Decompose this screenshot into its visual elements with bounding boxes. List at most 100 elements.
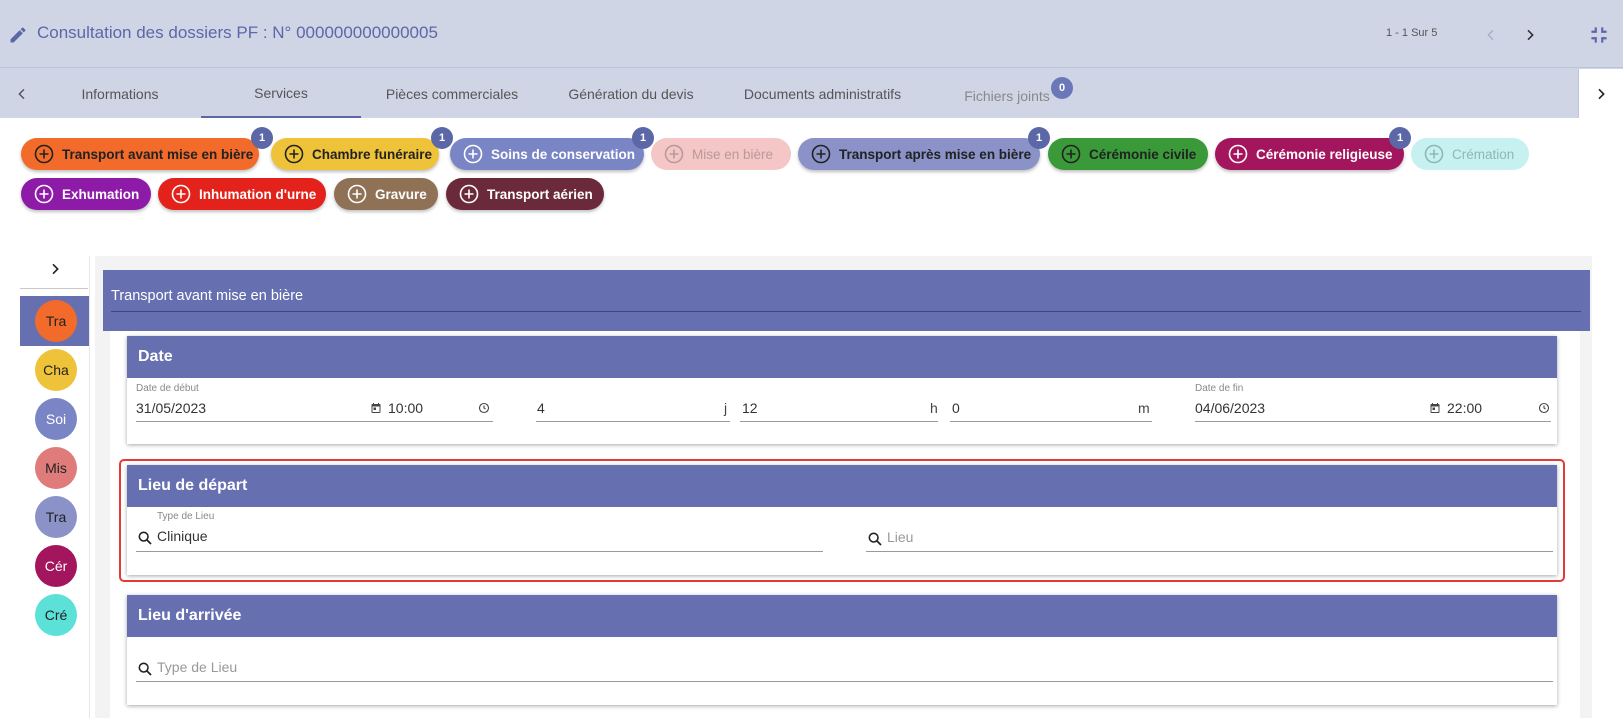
service-chip-transport-apres[interactable]: Transport après mise en bière	[798, 138, 1040, 170]
rail-separator	[89, 256, 90, 718]
add-circle-icon	[1424, 144, 1444, 164]
end-time-input[interactable]: 22:00	[1445, 396, 1535, 422]
start-date-input[interactable]: 31/05/2023	[136, 396, 383, 422]
start-date-value: 31/05/2023	[136, 400, 207, 416]
tab-fichiers-joints-label: Fichiers joints	[964, 87, 1050, 104]
duration-hours-value: 12	[742, 400, 758, 416]
calendar-icon[interactable]	[370, 402, 382, 414]
rail-item-ceremonie-religieuse[interactable]: Cér	[35, 545, 77, 587]
section-header	[103, 270, 1590, 331]
service-chip-mise-en-biere[interactable]: Mise en bière	[651, 138, 791, 170]
pager-count: 1 - 1 Sur 5	[1386, 27, 1438, 39]
edit-icon	[10, 27, 26, 43]
rail-item-mise-en-biere[interactable]: Mis	[35, 447, 77, 489]
previous-record-button[interactable]	[1478, 22, 1504, 48]
arrival-type-input[interactable]: Type de Lieu	[156, 654, 1551, 680]
arrival-type-underline	[136, 681, 1553, 682]
service-chip-ceremonie-religieuse[interactable]: Cérémonie religieuse	[1215, 138, 1404, 170]
service-chip-soins-conservation[interactable]: Soins de conservation	[450, 138, 644, 170]
service-chip-label: Transport avant mise en bière	[62, 146, 254, 162]
duration-days-input[interactable]: 4	[536, 396, 726, 422]
next-record-button[interactable]	[1517, 22, 1543, 48]
duration-days-underline	[536, 421, 730, 422]
rail-divider	[20, 288, 88, 289]
departure-type-value: Clinique	[157, 528, 208, 544]
section-title: Transport avant mise en bière	[111, 288, 304, 304]
search-icon[interactable]	[137, 661, 153, 677]
service-chip-chambre-funeraire[interactable]: Chambre funéraire	[271, 138, 439, 170]
add-circle-icon	[664, 144, 684, 164]
service-chip-label: Cérémonie civile	[1089, 146, 1197, 162]
add-circle-icon	[347, 184, 367, 204]
service-chip-transport-avant[interactable]: Transport avant mise en bière	[21, 138, 259, 170]
service-chip-label: Crémation	[1452, 146, 1515, 162]
add-circle-icon	[811, 144, 831, 164]
end-date-input[interactable]: 04/06/2023	[1195, 396, 1425, 422]
add-circle-icon	[171, 184, 191, 204]
start-time-input[interactable]: 10:00	[386, 396, 476, 422]
rail-item-transport-avant[interactable]: Tra	[35, 300, 77, 342]
service-count-badge: 1	[431, 127, 453, 149]
rail-item-cremation[interactable]: Cré	[35, 594, 77, 636]
collapse-icon[interactable]	[1586, 22, 1612, 48]
departure-place-placeholder: Lieu	[887, 529, 914, 545]
rail-item-soins-conservation[interactable]: Soi	[35, 398, 77, 440]
rail-item-transport-apres[interactable]: Tra	[35, 496, 77, 538]
chevron-left-icon	[18, 88, 25, 99]
attachments-count-badge: 0	[1051, 77, 1073, 99]
end-date-label: Date de fin	[1195, 383, 1244, 394]
service-count-badge: 1	[1389, 127, 1411, 149]
arrival-type-placeholder: Type de Lieu	[157, 659, 238, 675]
end-date-value: 04/06/2023	[1195, 400, 1266, 416]
chevron-right-icon	[52, 263, 59, 275]
add-circle-icon	[463, 144, 483, 164]
duration-minutes-underline	[950, 421, 1152, 422]
service-count-badge: 1	[1028, 127, 1050, 149]
service-chip-ceremonie-civile[interactable]: Cérémonie civile	[1048, 138, 1208, 170]
chevron-left-icon	[1487, 29, 1494, 41]
service-chip-label: Inhumation d'urne	[199, 186, 317, 202]
departure-place-underline	[866, 551, 1553, 552]
clock-icon[interactable]	[478, 402, 490, 414]
add-circle-icon	[1228, 144, 1248, 164]
tab-generation-devis[interactable]: Génération du devis	[546, 69, 716, 118]
service-chip-cremation[interactable]: Crémation	[1411, 138, 1529, 170]
service-chip-exhumation[interactable]: Exhumation	[21, 178, 151, 210]
start-time-value: 10:00	[388, 400, 424, 416]
tab-pieces-commerciales[interactable]: Pièces commerciales	[362, 69, 542, 118]
duration-hours-underline	[740, 421, 938, 422]
service-chip-inhumation-urne[interactable]: Inhumation d'urne	[158, 178, 326, 210]
service-chip-gravure[interactable]: Gravure	[334, 178, 438, 210]
tabs-scroll-right-button[interactable]	[1578, 69, 1623, 118]
end-date-underline	[1195, 421, 1551, 422]
search-icon[interactable]	[137, 530, 153, 546]
tabs-scroll-left-button[interactable]	[2, 69, 42, 118]
calendar-icon[interactable]	[1429, 402, 1441, 414]
tab-documents-administratifs[interactable]: Documents administratifs	[725, 69, 920, 118]
duration-days-value: 4	[537, 400, 545, 416]
duration-minutes-input[interactable]: 0	[950, 396, 1130, 422]
date-card: Date	[127, 336, 1557, 444]
service-chip-label: Chambre funéraire	[312, 146, 433, 162]
add-circle-icon	[459, 184, 479, 204]
service-chip-label: Transport aérien	[487, 186, 593, 202]
page-title: Consultation des dossiers PF : N° 000000…	[37, 23, 438, 42]
days-unit: j	[724, 400, 728, 416]
rail-expand-button[interactable]	[40, 256, 70, 282]
clock-icon[interactable]	[1538, 402, 1550, 414]
rail-item-chambre-funeraire[interactable]: Cha	[35, 349, 77, 391]
service-count-badge: 1	[632, 127, 654, 149]
search-icon[interactable]	[867, 531, 883, 547]
departure-type-input[interactable]: Clinique	[156, 524, 821, 550]
service-chip-label: Cérémonie religieuse	[1256, 146, 1393, 162]
tab-informations[interactable]: Informations	[40, 69, 200, 118]
service-chip-transport-aerien[interactable]: Transport aérien	[446, 178, 604, 210]
service-chip-label: Soins de conservation	[491, 146, 636, 162]
add-circle-icon	[284, 144, 304, 164]
hours-unit: h	[930, 400, 938, 416]
departure-place-input[interactable]: Lieu	[886, 524, 1551, 550]
tab-services[interactable]: Services	[201, 69, 361, 118]
service-count-badge: 1	[251, 127, 273, 149]
add-circle-icon	[34, 184, 54, 204]
duration-hours-input[interactable]: 12	[740, 396, 930, 422]
